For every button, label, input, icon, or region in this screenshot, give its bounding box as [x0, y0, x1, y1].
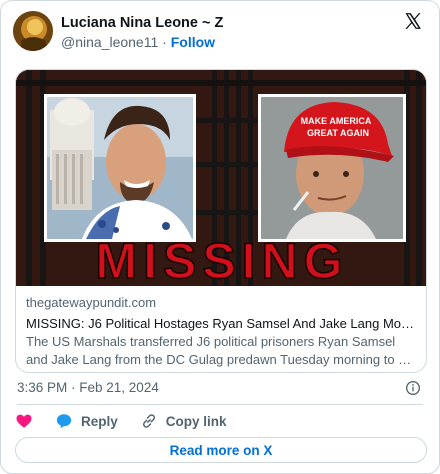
divider: [17, 404, 423, 405]
avatar-image: [13, 11, 53, 51]
timestamp-row: 3:36 PM · Feb 21, 2024: [17, 379, 423, 397]
x-logo-icon[interactable]: [403, 11, 423, 31]
copy-link-button[interactable]: Copy link: [140, 412, 227, 430]
card-title[interactable]: MISSING: J6 Political Hostages Ryan Sams…: [26, 315, 416, 333]
reply-button[interactable]: Reply: [55, 412, 118, 430]
card-image-caption: MISSING: [95, 233, 348, 286]
author-info: Luciana Nina Leone ~ Z @nina_leone11 · F…: [61, 14, 223, 51]
card-image-graphic: MAKE AMERICA GREAT AGAIN MISSING: [16, 70, 426, 286]
embedded-tweet: Luciana Nina Leone ~ Z @nina_leone11 · F…: [0, 0, 440, 474]
copy-link-label: Copy link: [165, 413, 227, 429]
read-more-button[interactable]: Read more on X: [15, 437, 427, 463]
left-photo: [44, 94, 196, 242]
avatar[interactable]: [13, 11, 53, 51]
tweet-header: Luciana Nina Leone ~ Z @nina_leone11 · F…: [13, 11, 427, 51]
card-description: The US Marshals transferred J6 political…: [26, 334, 413, 367]
like-button[interactable]: [15, 412, 33, 430]
author-handle[interactable]: @nina_leone11: [61, 34, 158, 50]
follow-link[interactable]: Follow: [171, 34, 215, 50]
link-icon: [142, 414, 155, 428]
card-domain: thegatewaypundit.com: [26, 295, 157, 310]
read-more-label: Read more on X: [169, 442, 273, 458]
heart-icon: [16, 414, 32, 428]
link-preview-card[interactable]: MAKE AMERICA GREAT AGAIN MISSING thegate…: [15, 69, 427, 373]
handle-separator: ·: [162, 34, 167, 50]
right-photo: MAKE AMERICA GREAT AGAIN: [258, 94, 406, 242]
reply-label: Reply: [81, 413, 118, 429]
author-handle-line: @nina_leone11 · Follow: [61, 33, 223, 51]
author-display-name[interactable]: Luciana Nina Leone ~ Z: [61, 14, 223, 32]
reply-bubble-icon: [56, 414, 72, 429]
info-icon[interactable]: [405, 380, 421, 396]
card-text: thegatewaypundit.com MISSING: J6 Politic…: [26, 294, 416, 369]
svg-text:GREAT AGAIN: GREAT AGAIN: [307, 128, 369, 138]
svg-text:MAKE AMERICA: MAKE AMERICA: [301, 116, 372, 126]
tweet-timestamp[interactable]: 3:36 PM · Feb 21, 2024: [17, 380, 159, 395]
tweet-actions: Reply Copy link: [15, 411, 249, 431]
card-image[interactable]: MAKE AMERICA GREAT AGAIN MISSING: [16, 70, 426, 286]
